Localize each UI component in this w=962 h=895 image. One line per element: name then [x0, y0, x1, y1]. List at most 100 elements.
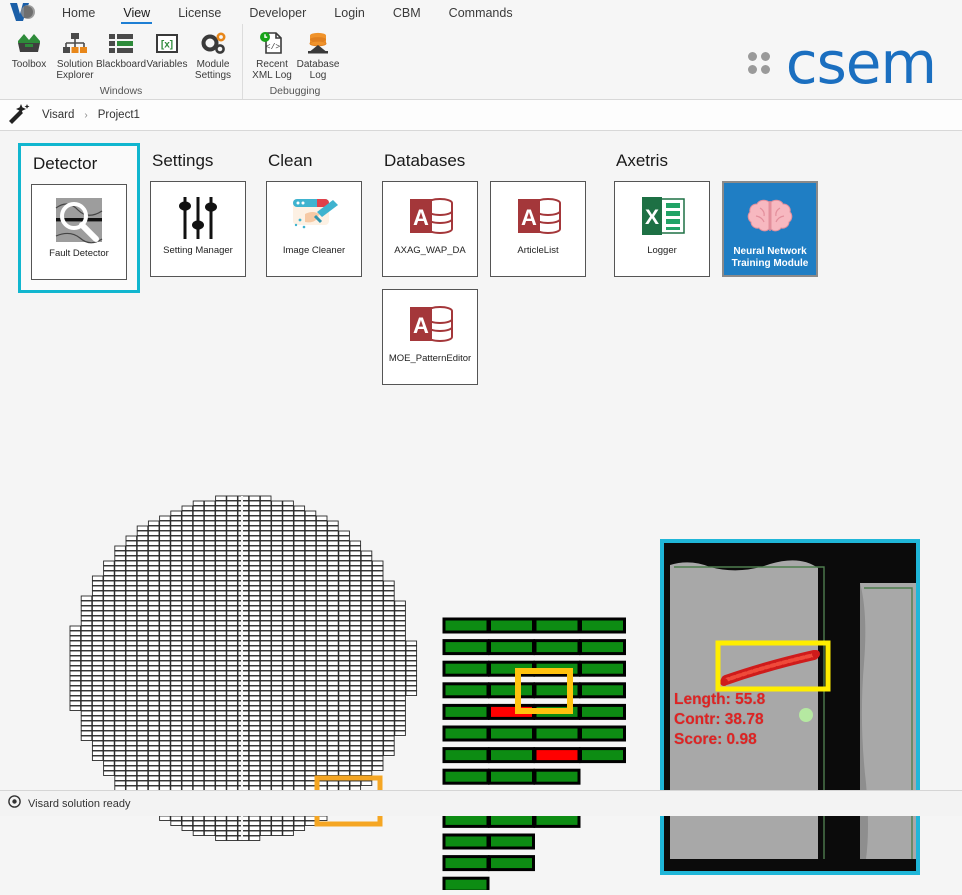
defect-inspection-image[interactable]: Length: 55.8 Contr: 38.78 Score: 0.98: [660, 539, 920, 875]
ms-access-icon: A: [404, 191, 456, 245]
label-line-2: Training Module: [731, 258, 809, 269]
database-log-icon: [305, 30, 331, 56]
ribbon-button-label: Solution Explorer: [56, 59, 93, 81]
label-line-2: Explorer: [56, 70, 94, 81]
ribbon-button-label: Recent XML Log: [252, 59, 292, 81]
tile-label: Fault Detector: [49, 248, 109, 259]
tile-setting-manager[interactable]: Setting Manager: [150, 181, 246, 277]
tile-logger[interactable]: X Logger: [614, 181, 710, 277]
svg-text:A: A: [413, 313, 429, 338]
defect-annotation-score: Score: 0.98: [674, 731, 757, 748]
status-message: Visard solution ready: [28, 797, 131, 810]
ribbon-button-label: Database Log: [297, 59, 340, 81]
magic-wand-icon: [6, 102, 32, 129]
ms-excel-icon: X: [636, 191, 688, 245]
ms-access-icon: A: [512, 191, 564, 245]
hierarchy-icon: [62, 30, 88, 56]
magnifier-fault-icon: [52, 194, 106, 248]
menu-bar: Home View License Developer Login CBM Co…: [0, 0, 962, 24]
label-line-2: Settings: [194, 70, 232, 81]
svg-text:</>: </>: [266, 43, 281, 52]
label-line-2: Log: [309, 70, 327, 81]
defect-annotation-contrast: Contr: 38.78: [674, 711, 764, 728]
svg-text:[x]: [x]: [161, 40, 173, 51]
ribbon-group-windows: Toolbox Solution Explorer Blackboard [x]…: [0, 24, 242, 99]
menu-tab-view[interactable]: View: [109, 6, 164, 24]
menu-tab-login[interactable]: Login: [320, 6, 379, 24]
tile-label: Setting Manager: [163, 245, 233, 256]
label-line-1: Recent: [256, 59, 288, 70]
ribbon-button-label: Toolbox: [11, 59, 47, 70]
ribbon-toolbar: Toolbox Solution Explorer Blackboard [x]…: [0, 24, 962, 100]
wafer-zoom-grid[interactable]: [440, 615, 640, 895]
csem-dots-icon: [747, 52, 770, 74]
menu-tab-license[interactable]: License: [164, 6, 235, 24]
xml-document-icon: </>: [259, 30, 285, 56]
brush-clean-icon: [287, 191, 341, 245]
variables-icon: [x]: [154, 30, 180, 56]
tile-axag-wap-da[interactable]: A AXAG_WAP_DA: [382, 181, 478, 277]
svg-text:A: A: [413, 205, 429, 230]
breadcrumb-separator: ›: [84, 109, 88, 121]
brain-icon: [744, 192, 796, 246]
ribbon-group-label: Debugging: [269, 85, 321, 97]
csem-wordmark: csem: [785, 29, 937, 97]
sliders-icon: [173, 191, 223, 245]
group-settings[interactable]: Settings Setting Manager: [140, 143, 256, 287]
group-title: Settings: [152, 151, 214, 170]
group-tiles: X Logger Neural Network Training Module: [614, 181, 818, 277]
ribbon-button-label: Blackboard: [95, 59, 147, 70]
tile-neural-network-training-module[interactable]: Neural Network Training Module: [722, 181, 818, 277]
ms-access-icon: A: [404, 299, 456, 353]
label-line-1: Database: [296, 59, 340, 70]
group-title: Clean: [268, 151, 313, 170]
ribbon-group-debugging: </> Recent XML Log Database Log Debuggin…: [242, 24, 347, 99]
tile-image-cleaner[interactable]: Image Cleaner: [266, 181, 362, 277]
visualization-area: Length: 55.8 Contr: 38.78 Score: 0.98: [0, 363, 962, 893]
breadcrumb-current[interactable]: Project1: [98, 109, 140, 121]
menu-tab-developer[interactable]: Developer: [235, 6, 320, 24]
tile-label: Neural Network Training Module: [730, 246, 811, 270]
blackboard-icon: [108, 30, 134, 56]
toolbox-icon: [16, 30, 42, 56]
svg-text:A: A: [521, 205, 537, 230]
group-detector[interactable]: Detector Fault Detector: [18, 143, 140, 293]
tile-label: AXAG_WAP_DA: [394, 245, 466, 256]
tile-label: ArticleList: [517, 245, 559, 256]
menu-tab-cbm[interactable]: CBM: [379, 6, 435, 24]
ribbon-button-label: Variables: [146, 59, 188, 70]
group-title: Databases: [384, 151, 466, 170]
app-logo: [8, 1, 36, 23]
group-tiles: Fault Detector: [31, 184, 127, 280]
group-clean[interactable]: Clean Image Cleaner: [256, 143, 372, 287]
menu-tab-home[interactable]: Home: [48, 6, 109, 24]
svg-text:X: X: [645, 206, 659, 229]
group-title: Axetris: [616, 151, 668, 170]
status-ready-icon: [8, 794, 21, 813]
tile-label: Logger: [647, 245, 677, 256]
group-title: Detector: [33, 154, 98, 173]
tile-label: Image Cleaner: [282, 245, 346, 256]
csem-brand-logo: csem: [747, 29, 937, 97]
menu-tab-commands[interactable]: Commands: [435, 6, 527, 24]
group-tiles: Image Cleaner: [266, 181, 362, 277]
gears-icon: [200, 30, 226, 56]
defect-annotation-length: Length: 55.8: [674, 691, 766, 708]
group-tiles: A AXAG_WAP_DA A ArticleList A MOE_Patter…: [382, 181, 594, 385]
group-axetris[interactable]: Axetris X Logger Neural Network Training…: [604, 143, 828, 287]
label-line-1: Solution: [56, 59, 94, 70]
tile-fault-detector[interactable]: Fault Detector: [31, 184, 127, 280]
breadcrumb-root[interactable]: Visard: [42, 109, 74, 121]
status-bar: Visard solution ready: [0, 790, 962, 816]
label-line-1: Module: [196, 59, 230, 70]
ribbon-group-label: Windows: [99, 85, 143, 97]
label-line-1: Neural Network: [733, 246, 807, 257]
group-databases[interactable]: Databases A AXAG_WAP_DA A ArticleList A …: [372, 143, 604, 395]
module-groups: Detector Fault Detector Settings Setting…: [0, 131, 962, 395]
group-tiles: Setting Manager: [150, 181, 246, 277]
breadcrumb: Visard › Project1: [0, 100, 962, 131]
tile-articlelist[interactable]: A ArticleList: [490, 181, 586, 277]
main-content: Detector Fault Detector Settings Setting…: [0, 131, 962, 893]
ribbon-button-label: Module Settings: [195, 59, 231, 81]
label-line-2: XML Log: [252, 70, 292, 81]
